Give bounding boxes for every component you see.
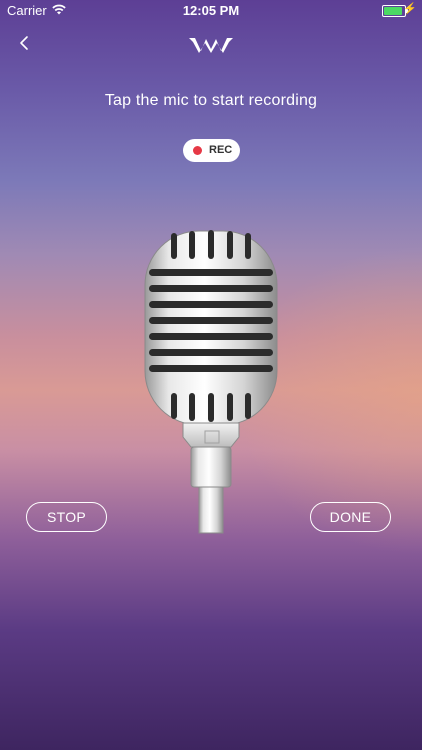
stop-button[interactable]: STOP xyxy=(26,502,107,532)
chevron-left-icon xyxy=(20,36,28,50)
status-bar: Carrier 12:05 PM ⚡ xyxy=(0,0,422,22)
microphone-button[interactable] xyxy=(135,225,287,535)
battery-level xyxy=(384,7,402,15)
mic-stand xyxy=(198,486,224,534)
instruction-text: Tap the mic to start recording xyxy=(104,92,318,109)
back-button[interactable] xyxy=(14,30,34,56)
waveform-logo-icon xyxy=(189,38,233,53)
rec-label: REC xyxy=(209,144,233,156)
mic-neck xyxy=(190,446,232,488)
done-button[interactable]: DONE xyxy=(310,502,391,532)
charging-bolt-icon: ⚡ xyxy=(403,3,417,15)
record-dot-icon xyxy=(193,146,202,155)
clock: 12:05 PM xyxy=(182,3,240,18)
rec-badge: REC xyxy=(183,139,240,162)
